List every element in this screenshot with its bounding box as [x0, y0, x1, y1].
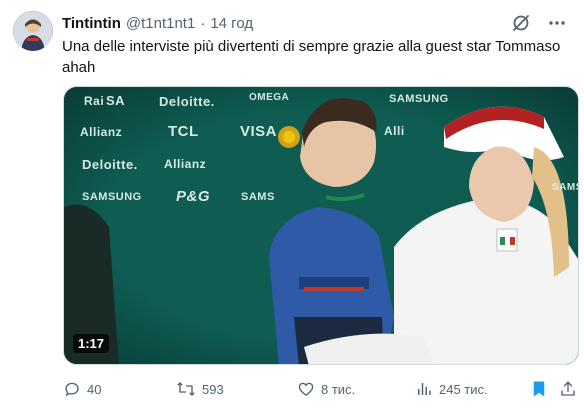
sponsor-logo: Alli [384, 124, 405, 138]
sponsor-logo: VISA [240, 123, 278, 140]
tweet-top-actions [510, 12, 568, 34]
separator-dot: · [200, 14, 206, 32]
tweet-header: Tintintin @t1nt1nt1 · 14 год [62, 13, 253, 33]
video-duration: 1:17 [73, 334, 110, 353]
like-button[interactable]: 8 тис. [297, 378, 355, 400]
tweet-actions: 40 593 8 тис. 245 тис. [63, 378, 579, 400]
overlay-logo: Rai [84, 94, 105, 108]
sponsor-logo: SA [106, 93, 126, 108]
user-handle[interactable]: @t1nt1nt1 [126, 15, 195, 32]
sponsor-logo: P&G [176, 188, 211, 205]
view-count: 245 тис. [439, 381, 488, 397]
repost-icon [177, 382, 195, 396]
repost-button[interactable]: 593 [176, 378, 224, 400]
like-count: 8 тис. [321, 381, 356, 397]
timestamp[interactable]: 14 год [210, 15, 253, 32]
share-icon [561, 381, 575, 396]
share-button[interactable] [559, 378, 577, 400]
analytics-icon [418, 383, 431, 395]
reply-icon [65, 382, 79, 397]
sponsor-logo: SAMS [241, 191, 275, 203]
sponsor-logo: Deloitte. [159, 94, 215, 109]
heart-icon [298, 382, 314, 396]
avatar[interactable] [13, 11, 53, 51]
tweet-card[interactable]: Tintintin @t1nt1nt1 · 14 год Una delle i… [0, 0, 584, 414]
sponsor-logo: TCL [168, 123, 199, 140]
sponsor-logo: Deloitte. [82, 157, 138, 172]
sponsor-logo: OMEGA [249, 92, 290, 103]
sponsor-logo: SAMSUNG [82, 191, 142, 203]
repost-count: 593 [202, 381, 224, 397]
sponsor-logo: SAMSUNG [552, 182, 578, 193]
bookmark-icon [533, 381, 545, 397]
bookmark-button[interactable] [531, 378, 547, 400]
display-name[interactable]: Tintintin [62, 15, 121, 32]
sponsor-logo: Allianz [164, 157, 207, 171]
sponsor-logo: Allianz [80, 125, 123, 139]
video-player[interactable]: Rai SA Deloitte. OMEGA SAMSUNG Allianz T… [63, 86, 579, 365]
grok-icon[interactable] [510, 12, 532, 34]
reply-count: 40 [87, 381, 102, 397]
reply-button[interactable]: 40 [63, 378, 101, 400]
more-options-icon[interactable] [546, 12, 568, 34]
sponsor-logo: SAMSUNG [389, 93, 449, 105]
views-button[interactable]: 245 тис. [415, 378, 488, 400]
video-frame [64, 87, 578, 364]
tweet-text: Una delle interviste più divertenti di s… [62, 38, 561, 76]
